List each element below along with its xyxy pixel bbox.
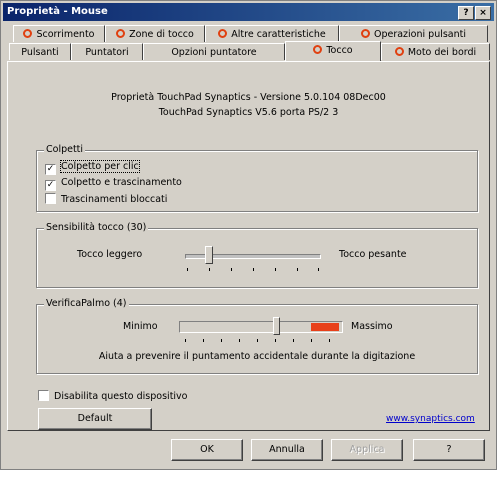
mouse-properties-window: Proprietà - Mouse ? × Scorrimento Zone d… bbox=[0, 0, 497, 470]
tab-pulsanti[interactable]: Pulsanti bbox=[9, 43, 71, 60]
synaptics-icon bbox=[360, 29, 370, 38]
slider-tick bbox=[275, 339, 276, 342]
tab-tocco[interactable]: Tocco bbox=[285, 41, 381, 61]
close-title-button[interactable]: × bbox=[475, 6, 491, 20]
checkbox-empty-icon bbox=[38, 390, 49, 401]
checkbox-checked-icon: ✓ bbox=[45, 164, 56, 175]
colpetto-trascinamento-checkbox[interactable]: ✓ Colpetto e trascinamento bbox=[45, 177, 182, 191]
synaptics-icon bbox=[313, 45, 323, 54]
checkbox-checked-icon: ✓ bbox=[45, 180, 56, 191]
colpetto-per-clic-checkbox[interactable]: ✓ Colpetto per clic bbox=[45, 160, 140, 175]
trascinamenti-bloccati-checkbox[interactable]: Trascinamenti bloccati bbox=[45, 193, 167, 206]
tocco-leggero-label: Tocco leggero bbox=[77, 249, 143, 260]
checkbox-empty-icon bbox=[45, 193, 56, 204]
slider-tick bbox=[253, 268, 254, 271]
sensibilita-label: Sensibilità tocco (30) bbox=[44, 222, 149, 233]
palmcheck-slider-thumb[interactable] bbox=[273, 317, 280, 335]
tab-puntatori[interactable]: Puntatori bbox=[71, 43, 143, 60]
tocco-pesante-label: Tocco pesante bbox=[339, 249, 407, 260]
tab-scorrimento[interactable]: Scorrimento bbox=[13, 25, 105, 42]
cancel-button[interactable]: Annulla bbox=[251, 439, 323, 461]
window-title: Proprietà - Mouse bbox=[7, 6, 108, 17]
slider-tick bbox=[239, 339, 240, 342]
slider-tick bbox=[297, 268, 298, 271]
synaptics-icon bbox=[116, 29, 126, 38]
disable-device-checkbox[interactable]: Disabilita questo dispositivo bbox=[38, 390, 188, 403]
slider-tick bbox=[231, 268, 232, 271]
ok-button[interactable]: OK bbox=[171, 439, 243, 461]
slider-tick bbox=[329, 339, 330, 342]
help-title-button[interactable]: ? bbox=[458, 6, 474, 20]
tab-operazioni-pulsanti[interactable]: Operazioni pulsanti bbox=[339, 25, 488, 42]
slider-tick bbox=[318, 268, 319, 271]
slider-tick bbox=[311, 339, 312, 342]
colpetti-label: Colpetti bbox=[44, 144, 86, 155]
verificapalmo-label: VerificaPalmo (4) bbox=[44, 298, 129, 309]
tab-altre-caratteristiche[interactable]: Altre caratteristiche bbox=[205, 25, 339, 42]
driver-version-text: Proprietà TouchPad Synaptics - Versione … bbox=[111, 92, 386, 103]
sensibilita-group: Sensibilità tocco (30) Tocco leggero Toc… bbox=[36, 222, 478, 288]
slider-tick bbox=[209, 268, 210, 271]
tabs-row-bottom: Pulsanti Puntatori Opzioni puntatore Toc… bbox=[7, 41, 490, 61]
help-button[interactable]: ? bbox=[413, 439, 485, 461]
tab-zone-di-tocco[interactable]: Zone di tocco bbox=[105, 25, 205, 42]
slider-tick bbox=[257, 339, 258, 342]
tab-moto-dei-bordi[interactable]: Moto dei bordi bbox=[381, 43, 490, 60]
tabs-row-top: Scorrimento Zone di tocco Altre caratter… bbox=[7, 25, 490, 43]
slider-tick bbox=[221, 339, 222, 342]
colpetti-group: Colpetti ✓ Colpetto per clic ✓ Colpetto e … bbox=[36, 144, 478, 212]
tab-opzioni-puntatore[interactable]: Opzioni puntatore bbox=[143, 43, 285, 60]
synaptics-icon bbox=[218, 29, 228, 38]
massimo-label: Massimo bbox=[351, 321, 393, 332]
synaptics-link[interactable]: www.synaptics.com bbox=[386, 414, 475, 424]
apply-button[interactable]: Applica bbox=[331, 439, 403, 461]
slider-tick bbox=[275, 268, 276, 271]
synaptics-icon bbox=[394, 47, 404, 56]
palm-indicator bbox=[311, 323, 339, 331]
title-bar: Proprietà - Mouse ? × bbox=[3, 3, 494, 21]
slider-tick bbox=[203, 339, 204, 342]
slider-tick bbox=[187, 268, 188, 271]
tocco-panel: Proprietà TouchPad Synaptics - Versione … bbox=[7, 61, 490, 431]
minimo-label: Minimo bbox=[123, 321, 158, 332]
palmcheck-description: Aiuta a prevenire il puntamento accident… bbox=[98, 351, 416, 362]
default-button[interactable]: Default bbox=[38, 408, 152, 430]
synaptics-icon bbox=[23, 29, 33, 38]
slider-tick bbox=[185, 339, 186, 342]
device-info-text: TouchPad Synaptics V5.6 porta PS/2 3 bbox=[158, 107, 339, 118]
sensitivity-slider-thumb[interactable] bbox=[205, 246, 213, 264]
verificapalmo-group: VerificaPalmo (4) Minimo Massimo Aiuta a… bbox=[36, 298, 478, 374]
slider-tick bbox=[293, 339, 294, 342]
